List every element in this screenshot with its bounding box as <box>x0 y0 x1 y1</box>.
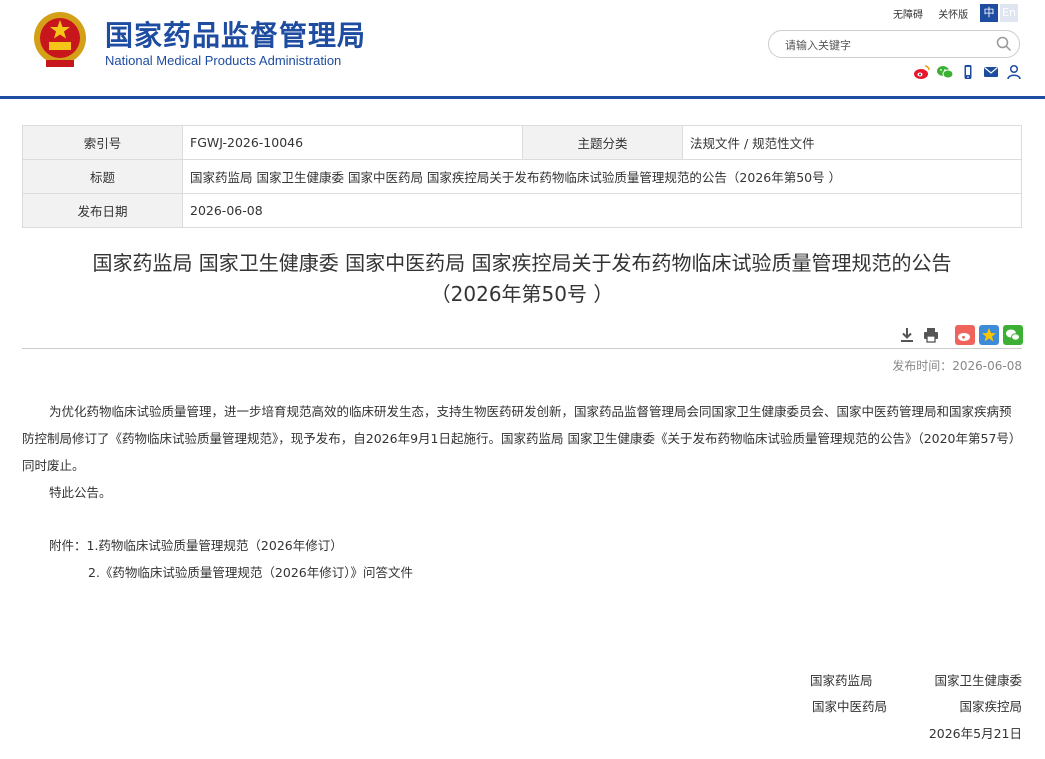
site-name-en[interactable]: National Medical Products Administration <box>105 53 341 68</box>
attachment-link-1[interactable]: 附件：1.药物临床试验质量管理规范（2026年修订） <box>49 532 413 559</box>
share-wechat-icon[interactable] <box>1003 325 1023 345</box>
article-title-line2: （2026年第50号 ） <box>430 282 614 306</box>
date-label: 发布日期 <box>22 193 183 228</box>
weibo-icon[interactable] <box>913 64 931 80</box>
national-emblem-icon[interactable] <box>32 10 88 70</box>
signature-nhc: 国家卫生健康委 <box>934 673 1022 688</box>
index-label: 索引号 <box>22 125 183 160</box>
attachment-link-2[interactable]: 2.《药物临床试验质量管理规范（2026年修订）》问答文件 <box>49 559 413 586</box>
search-input[interactable] <box>783 35 987 55</box>
social-links <box>913 64 1023 80</box>
accessibility-link[interactable]: 无障碍 <box>893 10 923 21</box>
search-icon[interactable] <box>996 36 1012 52</box>
article-title-line1: 国家药监局 国家卫生健康委 国家中医药局 国家疾控局关于发布药物临床试验质量管理… <box>92 251 952 275</box>
date-value: 2026-06-08 <box>182 193 1022 228</box>
mail-icon[interactable] <box>982 64 1000 80</box>
article-title: 国家药监局 国家卫生健康委 国家中医药局 国家疾控局关于发布药物临床试验质量管理… <box>22 248 1022 310</box>
site-header: 国家药品监督管理局 National Medical Products Admi… <box>0 0 1045 100</box>
article-closing: 特此公告。 <box>49 485 112 500</box>
mobile-icon[interactable] <box>959 64 977 80</box>
signature-natcm: 国家中医药局 <box>812 699 888 714</box>
language-switch: 中 En <box>980 4 1018 22</box>
download-icon[interactable] <box>897 325 917 345</box>
document-meta-table: 索引号 FGWJ-2026-10046 主题分类 法规文件 / 规范性文件 标题… <box>22 125 1022 228</box>
header-divider <box>0 96 1045 99</box>
signature-nmpa: 国家药监局 <box>810 673 873 688</box>
site-name-cn[interactable]: 国家药品监督管理局 <box>105 14 366 54</box>
signature-ndcpa: 国家疾控局 <box>959 699 1022 714</box>
category-value: 法规文件 / 规范性文件 <box>682 125 1022 160</box>
signature-date: 2026年5月21日 <box>928 726 1022 741</box>
article-tools <box>897 325 1023 345</box>
title-divider <box>22 348 1022 349</box>
share-qzone-icon[interactable] <box>979 325 999 345</box>
search-box <box>768 30 1020 58</box>
publish-time: 发布时间：2026-06-08 <box>892 359 1022 373</box>
index-value: FGWJ-2026-10046 <box>182 125 523 160</box>
top-links: 无障碍 关怀版 <box>893 6 980 21</box>
tools-spacer <box>945 325 951 345</box>
share-weibo-icon[interactable] <box>955 325 975 345</box>
care-version-link[interactable]: 关怀版 <box>938 10 968 21</box>
article-paragraph: 为优化药物临床试验质量管理，进一步培育规范高效的临床研发生态，支持生物医药研发创… <box>22 404 1022 473</box>
attachments: 附件：1.药物临床试验质量管理规范（2026年修订） 2.《药物临床试验质量管理… <box>49 532 413 586</box>
print-icon[interactable] <box>921 325 941 345</box>
title-label: 标题 <box>22 159 183 194</box>
lang-en-button[interactable]: En <box>1000 4 1018 22</box>
wechat-icon[interactable] <box>936 64 954 80</box>
lang-zh-button[interactable]: 中 <box>980 4 998 22</box>
title-value: 国家药监局 国家卫生健康委 国家中医药局 国家疾控局关于发布药物临床试验质量管理… <box>182 159 1022 194</box>
category-label: 主题分类 <box>522 125 683 160</box>
user-icon[interactable] <box>1005 64 1023 80</box>
article-body: 为优化药物临床试验质量管理，进一步培育规范高效的临床研发生态，支持生物医药研发创… <box>22 398 1022 506</box>
